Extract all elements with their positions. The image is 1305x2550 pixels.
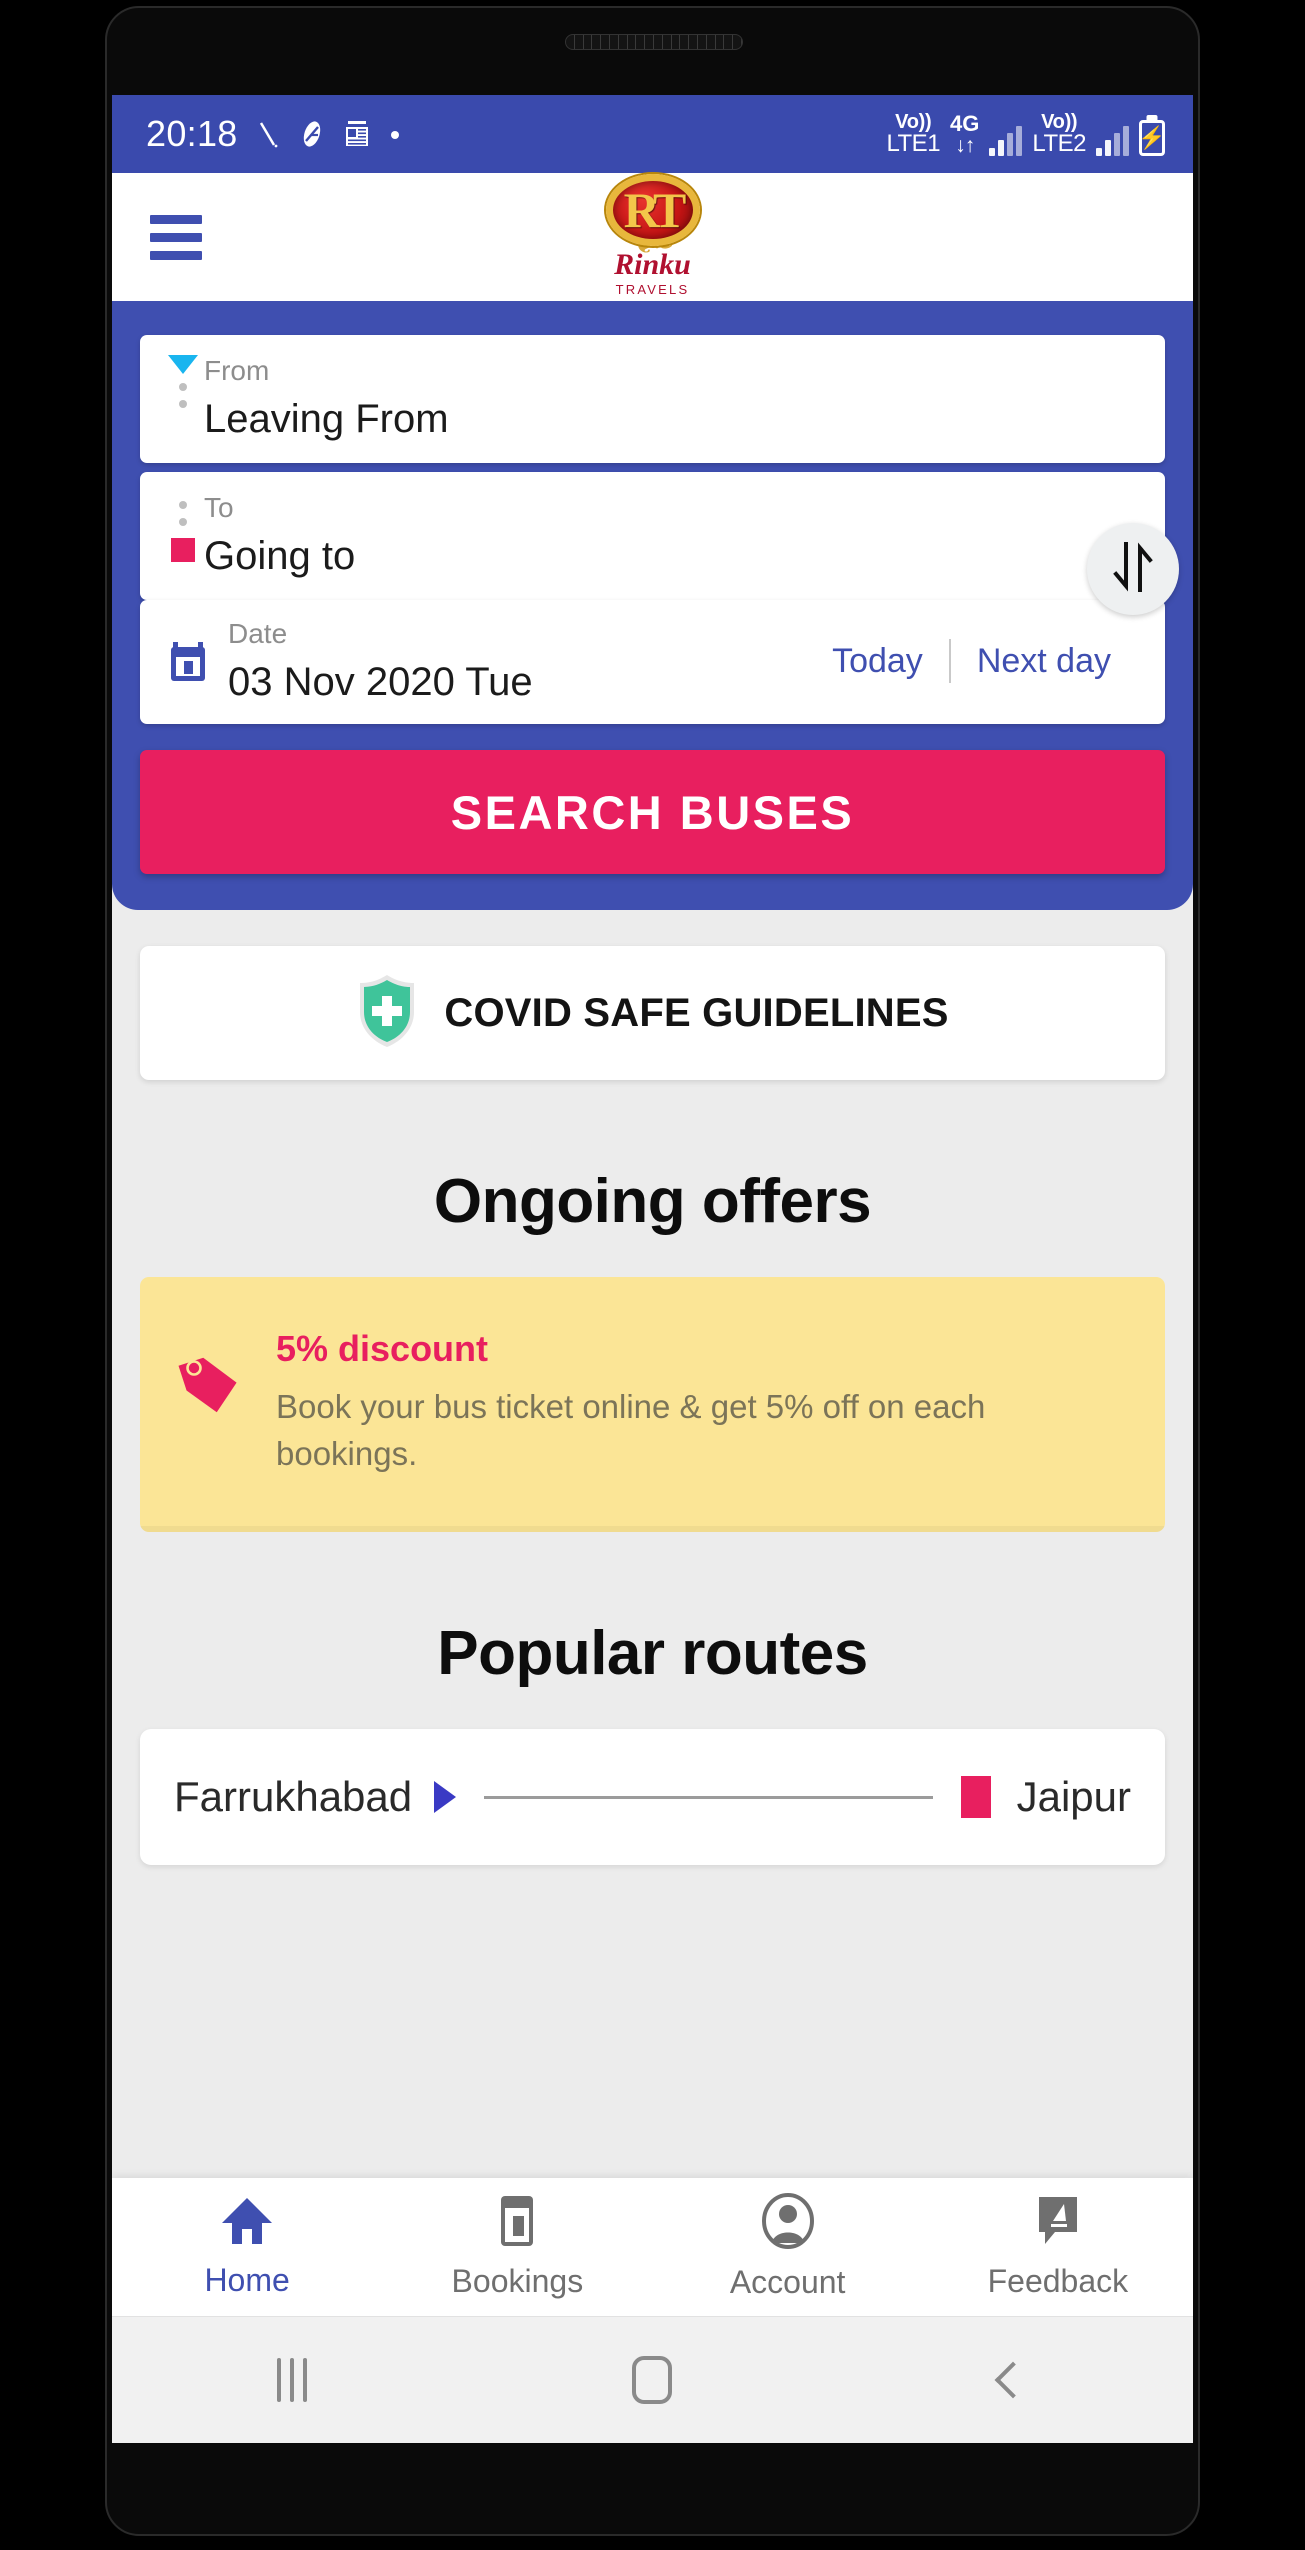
sim1-volte-indicator: Vo)) LTE1	[886, 112, 940, 156]
route-card[interactable]: Farrukhabad Jaipur	[140, 1729, 1165, 1866]
to-label: To	[204, 492, 234, 523]
status-bar-right: Vo)) LTE1 4G ↓↑ Vo)) LTE2 ⚡	[886, 111, 1166, 157]
logo-brand-sub: TRAVELS	[615, 282, 690, 297]
sim1-network-label: LTE1	[886, 130, 941, 157]
recents-icon	[277, 2358, 308, 2402]
sim2-signal-bars-icon	[1096, 126, 1129, 156]
sim2-network-label: LTE2	[1032, 130, 1086, 157]
nav-item-home[interactable]: Home	[112, 2178, 382, 2316]
to-field[interactable]: To Going to	[140, 472, 1165, 600]
android-back-button[interactable]	[953, 2317, 1073, 2443]
android-navigation-bar	[112, 2316, 1193, 2443]
earpiece-speaker	[565, 34, 743, 50]
today-button[interactable]: Today	[806, 642, 949, 681]
network-type-indicator: 4G ↓↑	[950, 111, 980, 157]
back-chevron-icon	[994, 2361, 1032, 2399]
nav-label-home: Home	[204, 2262, 290, 2298]
hamburger-menu-icon[interactable]	[150, 206, 202, 269]
sim2-voice-label: Vo))	[1041, 111, 1078, 133]
phone-device: 20:18 Vo)) LTE1 4G ↓↑ Vo)) LTE2 ⚡ RT Rin…	[0, 0, 1305, 2550]
offer-description: Book your bus ticket online & get 5% off…	[276, 1387, 986, 1473]
date-quick-actions: Today Next day	[806, 639, 1137, 683]
price-tag-icon	[178, 1351, 242, 1424]
origin-triangle-icon	[168, 355, 198, 374]
dot-icon	[388, 127, 402, 141]
content-area: COVID SAFE GUIDELINES Ongoing offers 5% …	[112, 946, 1193, 1866]
person-circle-icon	[761, 2193, 815, 2254]
route-destination-marker-icon	[960, 1776, 991, 1819]
search-panel: From Leaving From To Going to Date 03 No…	[112, 301, 1193, 910]
logo-monogram: RT	[623, 182, 687, 238]
date-label: Date	[228, 618, 288, 649]
swap-locations-button[interactable]	[1087, 523, 1179, 615]
from-label: From	[204, 355, 270, 386]
route-dot-icon	[179, 400, 187, 408]
logo-brand-name: Rinku	[614, 248, 691, 281]
ticket-icon	[495, 2194, 539, 2253]
route-destination: Jaipur	[1016, 1773, 1131, 1821]
route-dot-icon	[179, 501, 187, 509]
feather-icon	[298, 119, 326, 149]
popular-routes-heading: Popular routes	[437, 1619, 868, 1689]
alarm-slash-icon	[255, 119, 281, 149]
nav-label-account: Account	[729, 2264, 846, 2300]
app-bar: RT ❦❧ Rinku TRAVELS	[112, 173, 1193, 301]
phone-screen: 20:18 Vo)) LTE1 4G ↓↑ Vo)) LTE2 ⚡ RT Rin…	[112, 95, 1193, 2443]
feedback-pencil-icon	[1033, 2194, 1083, 2253]
covid-guidelines-label: COVID SAFE GUIDELINES	[444, 990, 949, 1035]
recents-button[interactable]	[232, 2317, 352, 2443]
ongoing-offers-heading: Ongoing offers	[433, 1167, 872, 1236]
nav-label-bookings: Bookings	[451, 2263, 584, 2299]
route-dot-icon	[179, 518, 187, 526]
sim1-voice-label: Vo))	[895, 111, 932, 133]
nav-item-account[interactable]: Account	[653, 2178, 923, 2316]
date-value[interactable]: 03 Nov 2020 Tue	[228, 662, 806, 702]
route-connector-line	[484, 1795, 933, 1799]
offer-card[interactable]: 5% discount Book your bus ticket online …	[140, 1277, 1165, 1533]
search-buses-button[interactable]: SEARCH BUSES	[140, 750, 1165, 874]
destination-square-icon	[171, 538, 195, 562]
sim1-signal-bars-icon	[989, 126, 1023, 156]
home-pill-icon	[632, 2356, 673, 2404]
app-logo: RT ❦❧ Rinku TRAVELS	[575, 174, 731, 297]
date-texts: Date 03 Nov 2020 Tue	[228, 618, 806, 703]
android-home-button[interactable]	[592, 2317, 712, 2443]
network-type-label: 4G	[950, 111, 980, 136]
route-dot-icon	[179, 383, 187, 391]
to-input[interactable]: Going to	[204, 536, 1137, 576]
data-transfer-arrows: ↓↑	[955, 134, 975, 157]
date-field[interactable]: Date 03 Nov 2020 Tue Today Next day	[140, 600, 1165, 724]
status-bar: 20:18 Vo)) LTE1 4G ↓↑ Vo)) LTE2 ⚡	[112, 95, 1193, 173]
calendar-note-icon	[343, 119, 371, 149]
from-field[interactable]: From Leaving From	[140, 335, 1165, 463]
shield-plus-icon	[356, 972, 418, 1055]
route-arrow-icon	[434, 1781, 457, 1814]
from-marker-icons	[168, 355, 198, 408]
battery-charging-icon: ⚡	[1138, 120, 1166, 156]
calendar-icon	[168, 640, 208, 682]
sim2-volte-indicator: Vo)) LTE2	[1032, 112, 1086, 156]
offer-title: 5% discount	[276, 1328, 489, 1369]
from-input[interactable]: Leaving From	[204, 399, 1137, 439]
route-origin: Farrukhabad	[174, 1773, 413, 1821]
to-marker-icons	[168, 492, 198, 562]
nav-item-feedback[interactable]: Feedback	[923, 2178, 1193, 2316]
next-day-button[interactable]: Next day	[951, 642, 1137, 681]
nav-label-feedback: Feedback	[987, 2263, 1129, 2299]
status-bar-left: 20:18	[146, 113, 402, 155]
nav-item-bookings[interactable]: Bookings	[382, 2178, 652, 2316]
bottom-navigation: Home Bookings Account Feedback	[112, 2178, 1193, 2316]
status-clock: 20:18	[146, 113, 238, 154]
logo-emblem: RT	[605, 174, 700, 246]
covid-guidelines-card[interactable]: COVID SAFE GUIDELINES	[140, 946, 1165, 1080]
swap-vertical-icon	[1107, 538, 1159, 601]
home-icon	[219, 2195, 275, 2252]
offer-text-block: 5% discount Book your bus ticket online …	[276, 1329, 1036, 1478]
